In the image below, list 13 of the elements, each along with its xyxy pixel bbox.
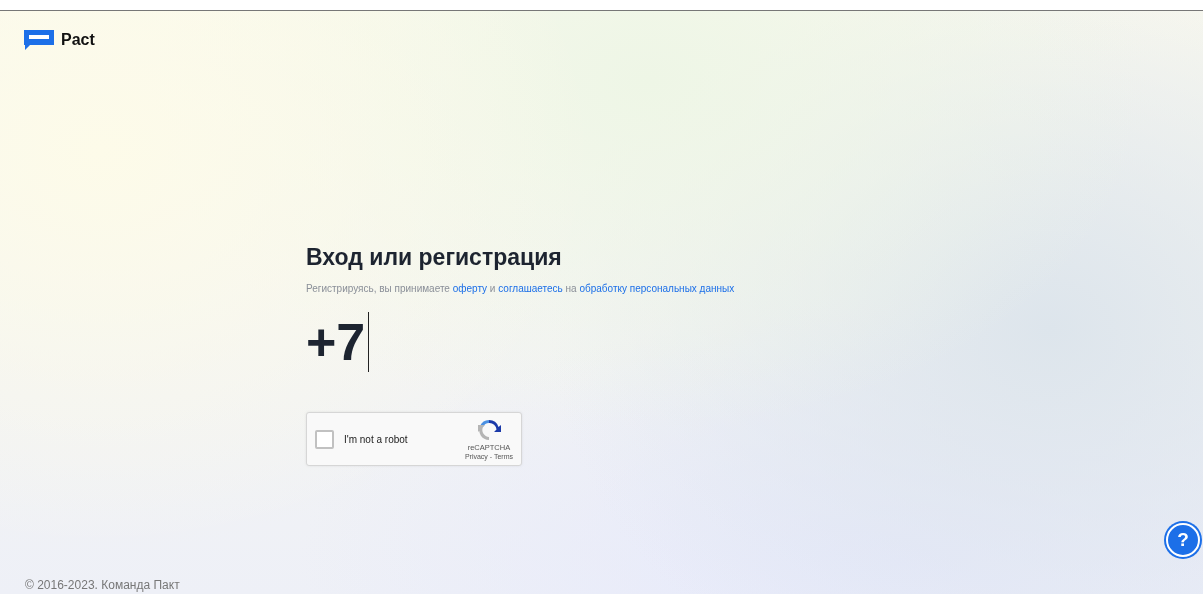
logo-text: Pact [61,31,95,49]
help-button[interactable]: ? [1166,523,1200,557]
recaptcha-icon [476,418,501,442]
copyright-text: © 2016-2023. Команда Пакт [24,578,181,594]
consent-link[interactable]: обработку персональных данных [579,283,735,294]
page-title: Вход или регистрация [306,244,562,271]
phone-field[interactable]: +7 [306,311,370,373]
consent-link[interactable]: соглашаетесь [498,283,563,294]
consent-text: Регистрируясь, вы принимаете оферту и соглашаетесь на обработку персональных данных [306,283,735,294]
consent-link[interactable]: оферту [452,283,488,294]
captcha-checkbox[interactable] [315,429,334,449]
captcha-label: I'm not a robot [344,433,409,445]
logo-icon [24,30,54,50]
